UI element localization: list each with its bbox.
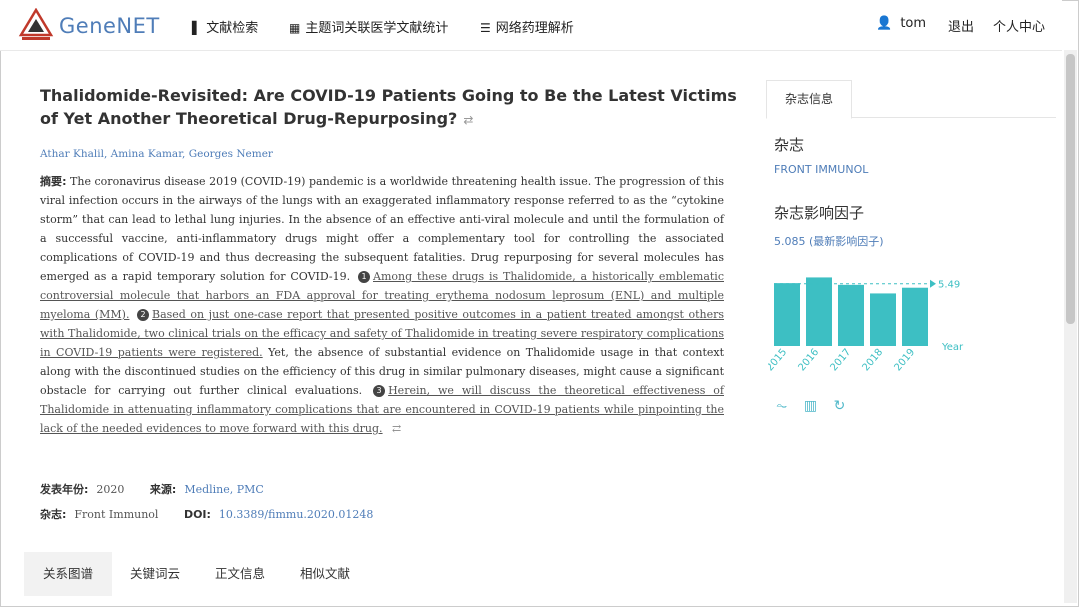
nav-literature-search[interactable]: ▌ 文献检索 [192,17,258,36]
user-icon: 👤 [876,16,893,31]
bar-chart-icon[interactable]: ▥ [804,398,817,414]
journal-name[interactable]: FRONT IMMUNOL [774,163,868,176]
x-tick-label: 2016 [797,347,822,374]
chart-bar[interactable] [838,284,864,346]
nav-mesh-statistics[interactable]: ▦ 主题词关联医学文献统计 [289,17,448,36]
sidebar-tab-bar: 杂志信息 [766,80,1056,119]
impact-factor-chart: 2015 2016 2017 2018 2019 5.49 Year [768,277,964,374]
profile-link[interactable]: 个人中心 [993,16,1045,35]
abstract-intro: The coronavirus disease 2019 (COVID-19) … [40,175,724,283]
translate-icon[interactable]: ⇄ [463,113,473,127]
x-tick-label: 2019 [893,347,918,374]
year-label: 发表年份: [40,483,89,496]
logout-link[interactable]: 退出 [948,16,974,35]
highlight-number-2: 2 [137,309,150,321]
source-label: 来源: [149,483,177,496]
document-icon: ▌ [192,21,202,35]
tab-journal-info[interactable]: 杂志信息 [766,80,852,119]
publication-meta: 发表年份: 2020 来源: Medline, PMC [40,481,286,497]
nav-label: 主题词关联医学文献统计 [305,21,449,36]
abstract-label: 摘要: [40,175,67,188]
annotation-arrow-icon [930,279,936,288]
top-header: GeneNET ▌ 文献检索 ▦ 主题词关联医学文献统计 ☰ 网络药理解析 👤 tom… [0,0,1062,51]
nav-network-pharmacology[interactable]: ☰ 网络药理解析 [480,17,574,36]
tab-relation-graph[interactable]: 关系图谱 [24,552,112,596]
doi-label: DOI: [183,508,211,521]
user-name: tom [900,16,927,31]
list-icon: ☰ [480,21,491,35]
tab-fulltext-info[interactable]: 正文信息 [200,552,280,596]
journal-heading: 杂志 [774,136,805,154]
x-tick-label: 2018 [861,347,886,374]
scrollbar-thumb[interactable] [1066,54,1075,324]
journal-meta: 杂志: Front Immunol DOI: 10.3389/fimmu.2020.… [40,506,395,522]
chart-toolbox: ⏦ ▥ ↻ [776,398,857,414]
annotation-label: 5.49 [938,280,960,291]
author-list[interactable]: Athar Khalil, Amina Kamar, Georges Nemer [40,148,273,160]
impact-factor-value: 5.085 (最新影响因子) [774,235,884,248]
vertical-scrollbar[interactable] [1064,50,1077,603]
tab-similar-articles[interactable]: 相似文献 [286,552,364,596]
chart-bar[interactable] [870,293,896,346]
nav-label: 网络药理解析 [495,21,574,36]
abstract: 摘要: The coronavirus disease 2019 (COVID-… [40,172,724,438]
logo-text: GeneNET [59,14,160,38]
impact-factor-heading: 杂志影响因子 [774,204,865,222]
doi-link[interactable]: 10.3389/fimmu.2020.01248 [219,508,373,521]
article-title-text: Thalidomide-Revisited: Are COVID-19 Pati… [40,86,737,128]
journal-label: 杂志: [40,508,67,521]
highlight-number-3: 3 [373,385,386,397]
source-value[interactable]: Medline, PMC [184,483,264,496]
x-tick-label: 2017 [829,347,854,374]
translate-icon[interactable]: ⇄ [392,422,401,435]
x-axis-label: Year [941,342,964,353]
nav-label: 文献检索 [206,21,259,36]
x-tick-label: 2015 [768,347,789,374]
year-value: 2020 [96,483,125,496]
user-menu[interactable]: 👤 tom [876,16,926,31]
highlight-number-1: 1 [358,271,370,283]
chart-bar[interactable] [806,277,832,346]
journal-value: Front Immunol [74,508,159,521]
logo-mark-icon [18,8,54,40]
chart-bar[interactable] [774,283,800,346]
restore-icon[interactable]: ↻ [834,398,846,414]
line-chart-icon[interactable]: ⏦ [776,398,787,414]
grid-icon: ▦ [289,21,301,35]
chart-bar[interactable] [902,287,928,346]
tab-keyword-cloud[interactable]: 关键词云 [116,552,194,596]
article-title: Thalidomide-Revisited: Are COVID-19 Pati… [40,84,740,132]
